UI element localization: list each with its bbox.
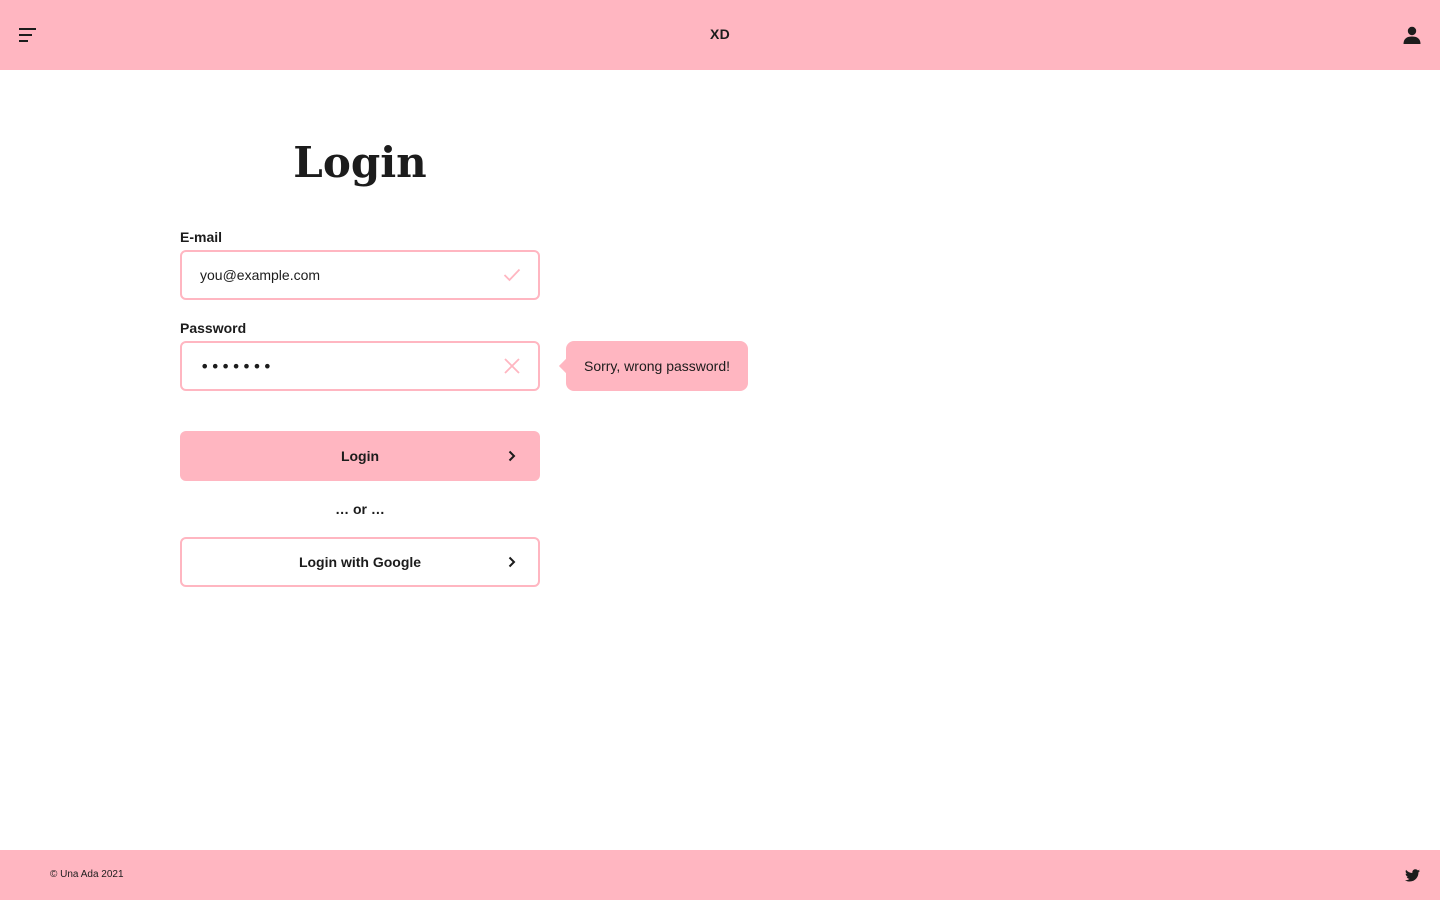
- brand-logo[interactable]: XD: [710, 26, 730, 42]
- password-error-tooltip: Sorry, wrong password!: [566, 341, 748, 391]
- twitter-link[interactable]: [1404, 867, 1420, 883]
- email-field-container: [180, 250, 540, 300]
- page-title: Login: [293, 138, 427, 187]
- error-message: Sorry, wrong password!: [583, 358, 730, 374]
- google-login-button[interactable]: Login with Google: [180, 537, 540, 587]
- chevron-right-icon: [504, 554, 520, 570]
- password-label: Password: [180, 320, 247, 336]
- user-icon: [1403, 26, 1421, 44]
- hamburger-menu-icon: [19, 28, 36, 42]
- account-button[interactable]: [1400, 23, 1424, 47]
- login-button[interactable]: Login: [180, 431, 540, 481]
- google-login-button-label: Login with Google: [298, 554, 422, 570]
- password-field[interactable]: •••••••: [200, 357, 500, 376]
- login-button-label: Login: [340, 448, 380, 464]
- twitter-icon: [1404, 868, 1420, 881]
- copyright-text: © Una Ada 2021: [50, 869, 124, 880]
- or-divider: … or …: [335, 501, 385, 517]
- top-bar: XD: [0, 0, 1440, 70]
- close-icon[interactable]: [502, 356, 522, 376]
- check-icon: [502, 265, 522, 285]
- menu-button[interactable]: [16, 23, 40, 47]
- email-label: E-mail: [180, 229, 223, 245]
- password-field-container: •••••••: [180, 341, 540, 391]
- email-field[interactable]: [200, 260, 500, 290]
- chevron-right-icon: [504, 448, 520, 464]
- footer: © Una Ada 2021: [0, 850, 1440, 900]
